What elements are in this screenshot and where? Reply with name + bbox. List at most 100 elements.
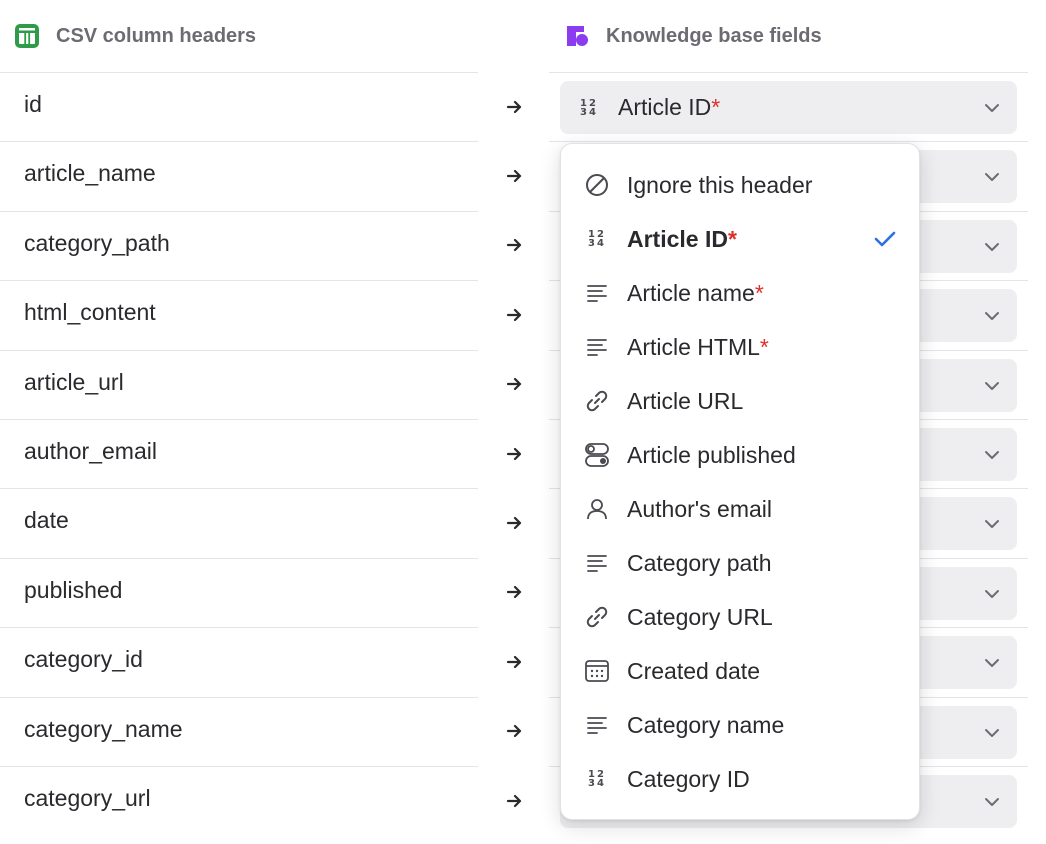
required-marker: * — [759, 333, 769, 360]
dropdown-option-label: Category name — [627, 712, 784, 739]
arrow-right-icon — [500, 72, 530, 141]
spreadsheet-icon — [14, 23, 40, 49]
dropdown-option[interactable]: Author's email — [561, 482, 919, 536]
csv-row: id — [0, 72, 478, 141]
option-text: Article URL — [627, 387, 744, 414]
option-text: Article ID — [627, 225, 728, 252]
dropdown-option[interactable]: Category path — [561, 536, 919, 590]
chevron-down-icon — [985, 312, 999, 321]
csv-header-name: category_name — [24, 715, 183, 742]
csv-header-name: published — [24, 576, 123, 603]
dropdown-option-label: Article name* — [627, 280, 764, 307]
kb-field-select-value: Article ID* — [618, 94, 720, 121]
option-text: Category URL — [627, 603, 773, 630]
option-text: Article HTML — [627, 333, 760, 360]
csv-title-label: CSV column headers — [56, 24, 257, 47]
dropdown-option-label: Article ID* — [627, 226, 737, 253]
knowledge-base-fields-title: Knowledge base fields — [564, 20, 822, 52]
dropdown-option-label: Article published — [627, 442, 796, 469]
chevron-down-icon — [985, 242, 999, 251]
link-icon — [583, 388, 611, 414]
dropdown-option[interactable]: Article published — [561, 428, 919, 482]
arrow-right-icon — [500, 350, 530, 419]
text-icon — [583, 713, 611, 737]
kb-title-label: Knowledge base fields — [606, 24, 822, 47]
mapping-arrows — [500, 72, 530, 835]
csv-row: article_url — [0, 349, 478, 419]
arrow-right-icon — [500, 627, 530, 696]
csv-header-list: id article_name category_path html_conte… — [0, 72, 478, 835]
csv-header-name: category_url — [24, 784, 151, 811]
dropdown-option[interactable]: 12 34 Category ID — [561, 752, 919, 806]
text-icon — [583, 551, 611, 575]
chevron-down-icon — [985, 450, 999, 459]
option-text: Article published — [627, 441, 796, 468]
csv-header-name: date — [24, 507, 69, 534]
csv-row: category_url — [0, 765, 478, 835]
user-icon — [583, 496, 611, 522]
csv-row: author_email — [0, 418, 478, 488]
option-text: Created date — [627, 657, 760, 684]
dropdown-option[interactable]: Ignore this header — [561, 158, 919, 212]
dropdown-option-label: Created date — [627, 658, 760, 685]
kb-field-select[interactable]: 12 34 Article ID* — [560, 81, 1017, 134]
chevron-down-icon — [985, 728, 999, 737]
csv-header-name: category_path — [24, 229, 170, 256]
arrow-right-icon — [500, 488, 530, 557]
arrow-right-icon — [500, 697, 530, 766]
ignore-icon — [583, 172, 611, 198]
dropdown-option-label: Category ID — [627, 766, 750, 793]
chevron-down-icon — [985, 589, 999, 598]
csv-row: published — [0, 557, 478, 627]
dropdown-option[interactable]: Created date — [561, 644, 919, 698]
csv-header-name: article_url — [24, 368, 124, 395]
csv-row: article_name — [0, 141, 478, 210]
dropdown-option[interactable]: Article name* — [561, 266, 919, 320]
arrow-right-icon — [500, 141, 530, 210]
arrow-right-icon — [500, 766, 530, 835]
option-text: Category ID — [627, 765, 750, 792]
option-text: Article name — [627, 279, 755, 306]
csv-column-headers-title: CSV column headers — [14, 20, 256, 52]
required-marker: * — [711, 94, 721, 120]
kb-field-row: 12 34 Article ID* — [549, 72, 1028, 141]
chevron-down-icon — [985, 173, 999, 182]
arrow-right-icon — [500, 558, 530, 627]
csv-row: category_path — [0, 210, 478, 280]
number-icon: 12 34 — [580, 97, 598, 118]
dropdown-option[interactable]: Category URL — [561, 590, 919, 644]
dropdown-option[interactable]: 12 34 Article ID* — [561, 212, 919, 266]
csv-row: html_content — [0, 280, 478, 349]
dropdown-option[interactable]: Category name — [561, 698, 919, 752]
csv-header-name: html_content — [24, 299, 156, 326]
required-marker: * — [727, 225, 737, 252]
chevron-down-icon — [985, 381, 999, 390]
knowledge-base-icon — [564, 23, 590, 49]
calendar-icon — [583, 658, 611, 684]
option-text: Author's email — [627, 495, 773, 522]
checkmark-icon — [873, 227, 897, 256]
dropdown-option-label: Ignore this header — [627, 172, 812, 199]
number-icon: 12 34 — [588, 229, 606, 249]
text-icon — [583, 335, 611, 359]
csv-header-name: article_name — [24, 160, 156, 187]
text-icon — [583, 281, 611, 305]
dropdown-option-label: Article URL — [627, 388, 743, 415]
field-dropdown-menu: Ignore this header 12 34 Article ID* Article… — [560, 143, 920, 820]
required-marker: * — [754, 279, 764, 306]
dropdown-option-label: Article HTML* — [627, 334, 769, 361]
chevron-down-icon — [985, 104, 999, 112]
chevron-down-icon — [985, 797, 999, 806]
csv-header-name: id — [24, 91, 42, 117]
dropdown-option-label: Author's email — [627, 496, 772, 523]
dropdown-option[interactable]: Article HTML* — [561, 320, 919, 374]
csv-row: category_id — [0, 627, 478, 696]
option-text: Ignore this header — [627, 171, 813, 198]
dropdown-option-label: Category URL — [627, 604, 773, 631]
dropdown-option[interactable]: Article URL — [561, 374, 919, 428]
selected-field-label: Article ID — [618, 94, 712, 120]
chevron-down-icon — [985, 659, 999, 668]
csv-row: date — [0, 488, 478, 557]
toggle-icon — [583, 442, 611, 468]
csv-row: category_name — [0, 696, 478, 766]
